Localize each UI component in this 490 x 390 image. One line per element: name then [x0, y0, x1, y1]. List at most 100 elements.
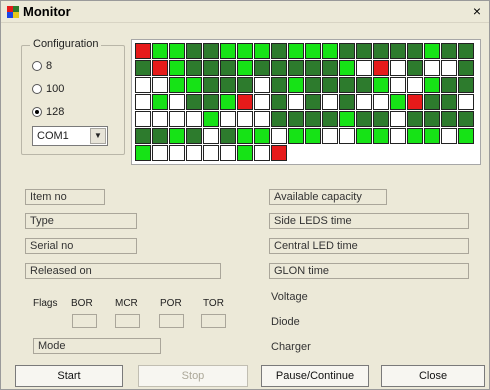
led-cell	[152, 43, 168, 59]
led-cell	[169, 145, 185, 161]
com-port-value: COM1	[37, 130, 69, 142]
side-leds-time-field: Side LEDS time	[269, 213, 469, 229]
led-cell	[152, 111, 168, 127]
led-cell	[203, 145, 219, 161]
led-cell	[322, 94, 338, 110]
radio-option-100[interactable]: 100	[32, 83, 64, 95]
flag-box-por	[159, 314, 184, 328]
led-cell	[305, 60, 321, 76]
led-cell	[203, 111, 219, 127]
central-led-time-field: Central LED time	[269, 238, 469, 254]
close-button[interactable]: Close	[381, 365, 485, 387]
led-cell	[458, 128, 474, 144]
serial-no-field: Serial no	[25, 238, 137, 254]
led-cell	[305, 94, 321, 110]
led-cell	[186, 94, 202, 110]
led-cell	[220, 128, 236, 144]
led-cell	[135, 43, 151, 59]
flag-label-mcr: MCR	[115, 298, 138, 309]
led-cell	[356, 77, 372, 93]
led-cell	[152, 60, 168, 76]
led-cell	[169, 43, 185, 59]
led-cell	[271, 94, 287, 110]
led-cell	[424, 111, 440, 127]
window-title: Monitor	[23, 4, 71, 19]
led-cell	[271, 60, 287, 76]
led-cell	[169, 128, 185, 144]
led-cell	[254, 94, 270, 110]
led-cell	[271, 145, 287, 161]
led-cell	[288, 60, 304, 76]
led-cell	[169, 77, 185, 93]
led-cell	[288, 128, 304, 144]
pause-continue-button[interactable]: Pause/Continue	[261, 365, 369, 387]
led-cell	[186, 111, 202, 127]
led-cell	[220, 145, 236, 161]
led-cell	[322, 128, 338, 144]
start-button[interactable]: Start	[15, 365, 123, 387]
led-cell	[254, 145, 270, 161]
led-cell	[458, 43, 474, 59]
led-cell	[339, 43, 355, 59]
led-cell	[339, 94, 355, 110]
led-cell	[237, 111, 253, 127]
led-cell	[424, 94, 440, 110]
led-cell	[407, 43, 423, 59]
led-cell	[356, 43, 372, 59]
led-cell	[424, 77, 440, 93]
stop-button[interactable]: Stop	[138, 365, 248, 387]
led-cell	[254, 111, 270, 127]
radio-button-icon[interactable]	[32, 61, 42, 71]
led-cell	[169, 94, 185, 110]
item-no-field: Item no	[25, 189, 105, 205]
led-cell	[305, 77, 321, 93]
flag-box-mcr	[115, 314, 140, 328]
chevron-down-icon[interactable]: ▼	[90, 128, 106, 144]
glon-time-field: GLON time	[269, 263, 469, 279]
led-cell	[373, 128, 389, 144]
title-bar[interactable]: Monitor ×	[1, 1, 489, 23]
led-cell	[186, 145, 202, 161]
type-field: Type	[25, 213, 137, 229]
led-cell	[441, 94, 457, 110]
radio-label: 8	[46, 60, 53, 72]
flag-label-por: POR	[160, 298, 182, 309]
led-cell	[390, 94, 406, 110]
led-cell	[373, 60, 389, 76]
led-cell	[254, 77, 270, 93]
led-cell	[322, 77, 338, 93]
app-icon	[7, 6, 19, 18]
led-cell	[135, 145, 151, 161]
led-cell	[203, 94, 219, 110]
radio-option-128[interactable]: 128	[32, 106, 64, 118]
flag-label-bor: BOR	[71, 298, 93, 309]
led-cell	[288, 111, 304, 127]
led-cell	[424, 43, 440, 59]
led-cell	[288, 94, 304, 110]
led-cell	[407, 60, 423, 76]
led-cell	[339, 60, 355, 76]
led-cell	[322, 43, 338, 59]
led-cell	[135, 77, 151, 93]
led-cell	[254, 43, 270, 59]
led-cell	[305, 43, 321, 59]
led-cell	[305, 128, 321, 144]
radio-option-8[interactable]: 8	[32, 60, 52, 72]
led-cell	[339, 77, 355, 93]
close-icon[interactable]: ×	[469, 3, 485, 19]
led-cell	[441, 60, 457, 76]
led-cell	[152, 94, 168, 110]
configuration-group: Configuration 8 100 128 COM1 ▼	[21, 38, 125, 155]
led-cell	[322, 60, 338, 76]
configuration-legend: Configuration	[30, 38, 102, 50]
radio-button-icon[interactable]	[32, 84, 42, 94]
led-cell	[220, 77, 236, 93]
led-cell	[220, 43, 236, 59]
led-cell	[237, 60, 253, 76]
led-cell	[356, 60, 372, 76]
led-cell	[373, 77, 389, 93]
com-port-select[interactable]: COM1 ▼	[32, 126, 108, 146]
radio-button-icon[interactable]	[32, 107, 42, 117]
led-cell	[220, 60, 236, 76]
led-cell	[203, 43, 219, 59]
